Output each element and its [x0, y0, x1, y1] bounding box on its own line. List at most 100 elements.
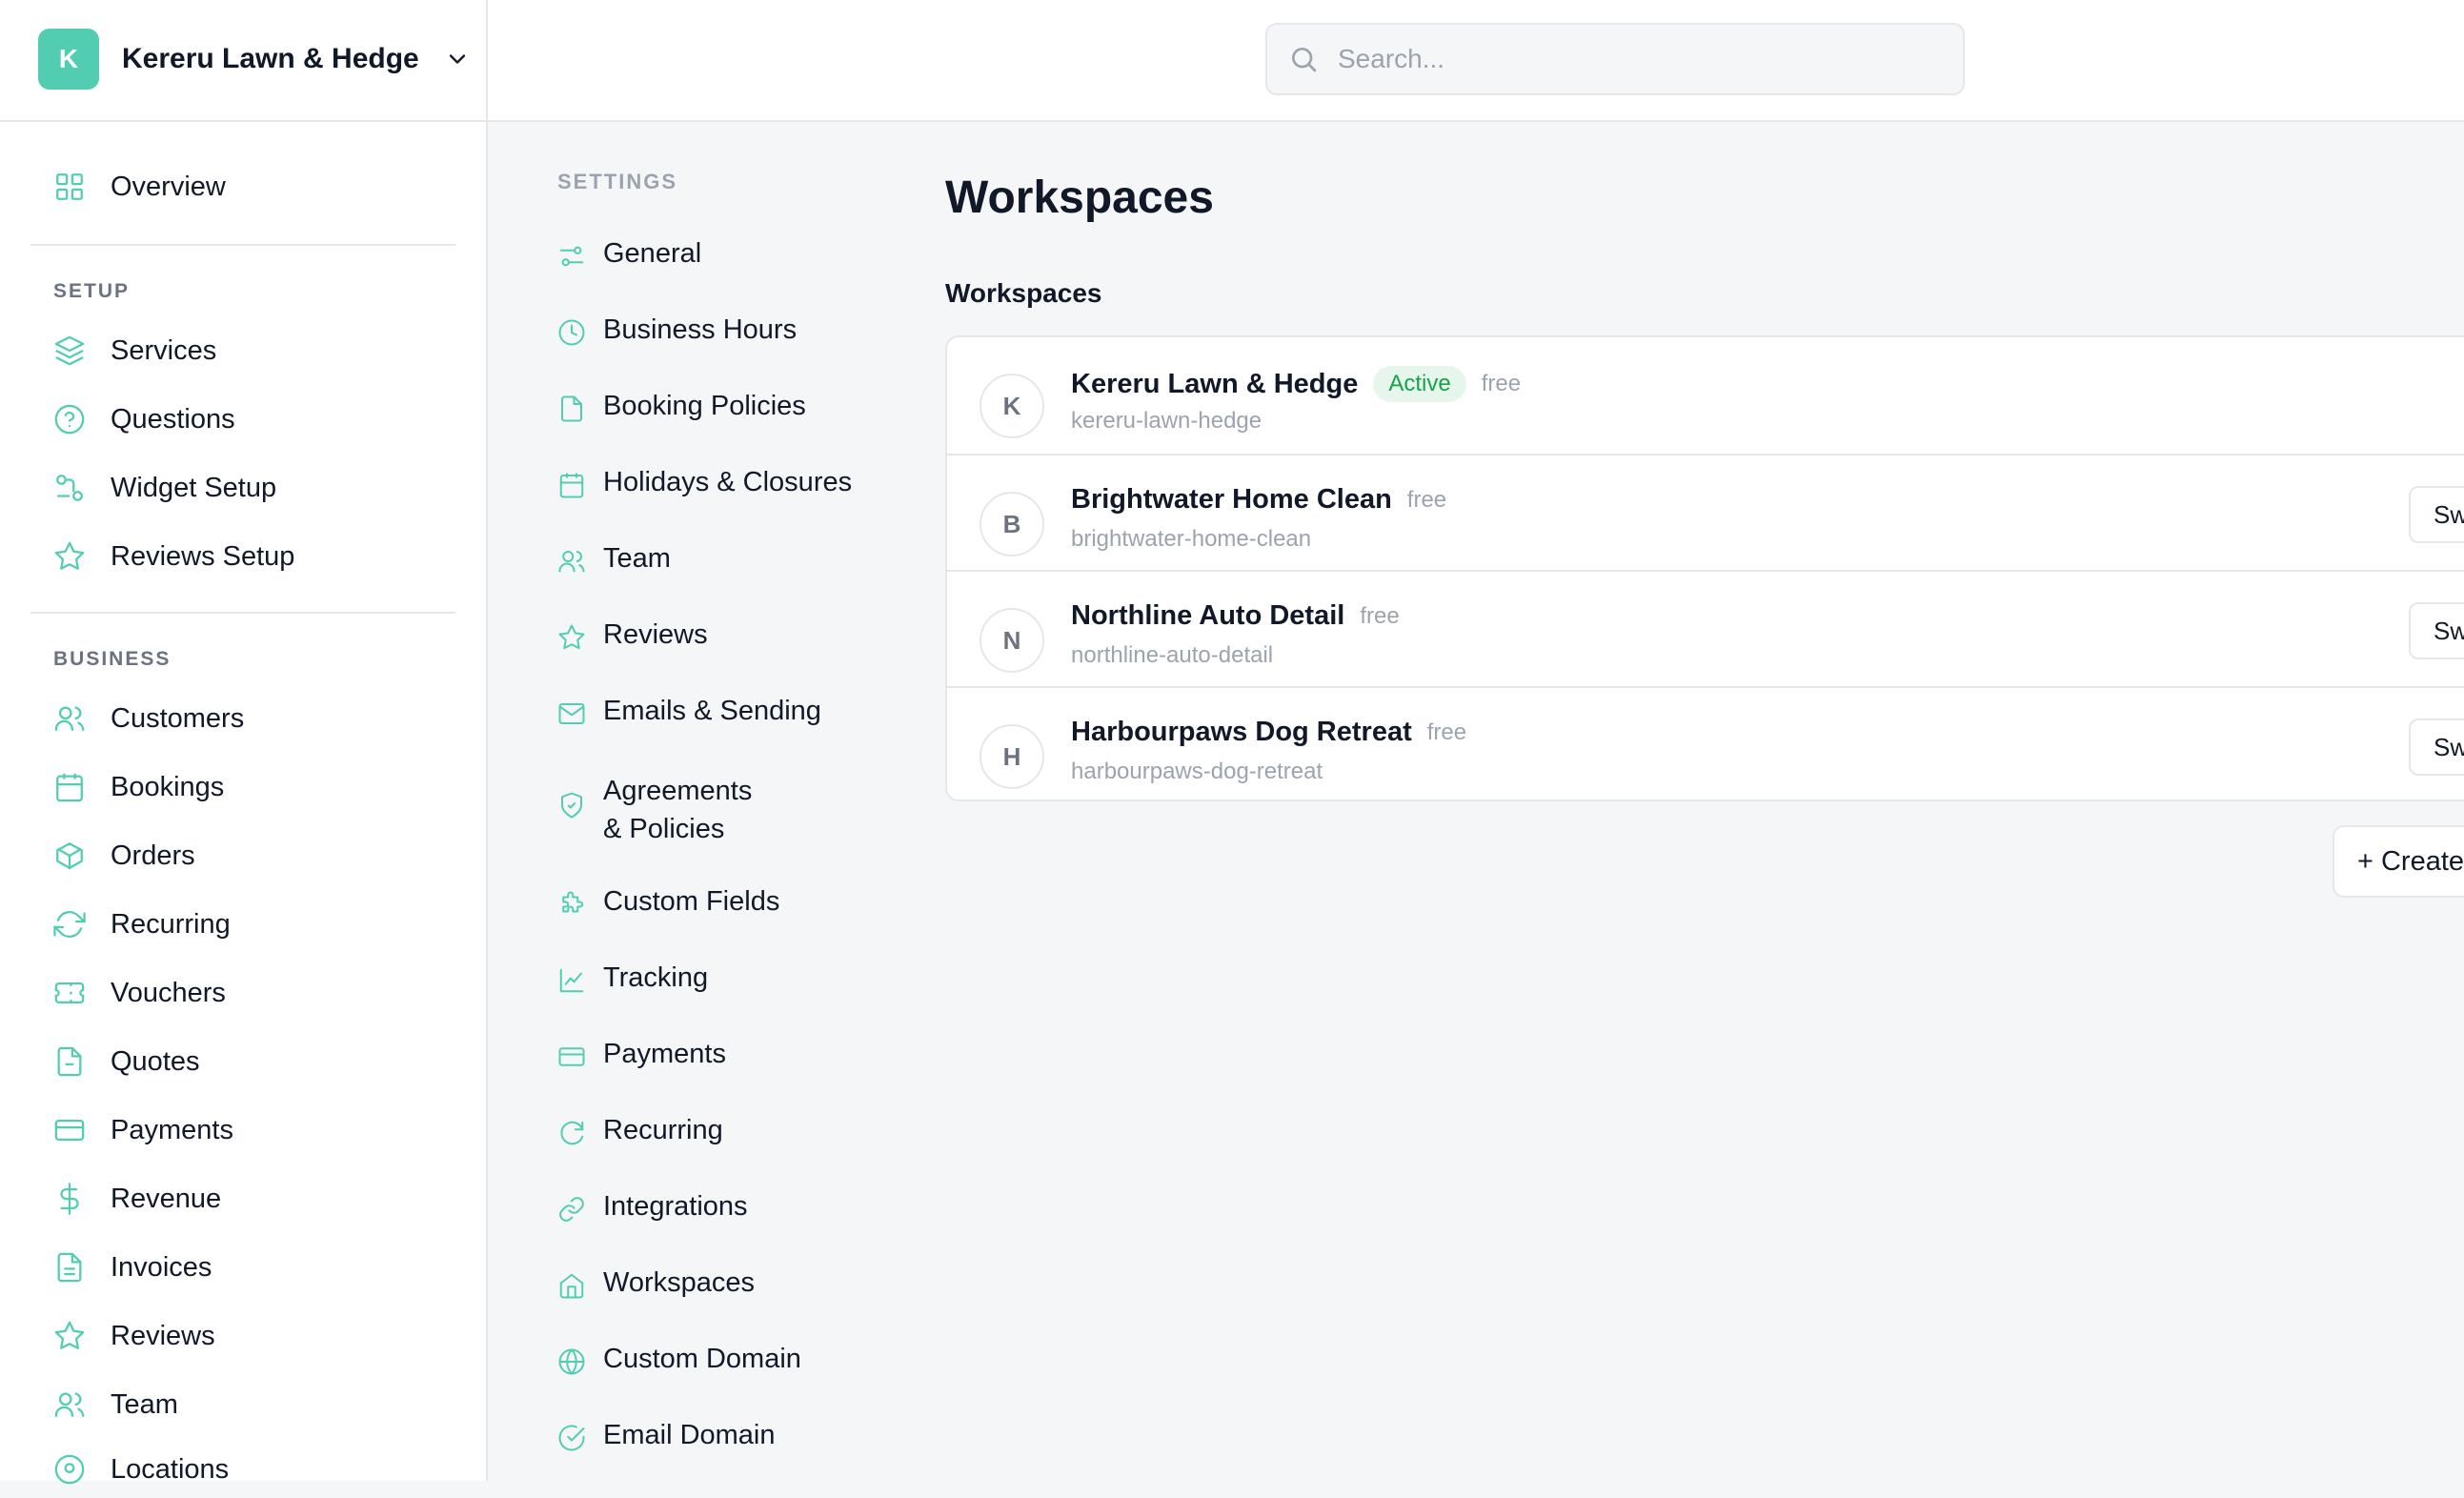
- settings-item-custom-domain[interactable]: Custom Domain: [557, 1344, 801, 1376]
- sidebar-item-label: Widget Setup: [111, 472, 277, 503]
- sidebar-item-label: Recurring: [111, 908, 231, 940]
- sidebar-item-label: Payments: [111, 1114, 233, 1145]
- check-circle-icon: [558, 1425, 585, 1451]
- chevron-down-icon: [449, 54, 465, 64]
- workspace-name: Brightwater Home Clean: [1071, 484, 1392, 515]
- workspace-avatar: N: [980, 608, 1044, 673]
- settings-item-tracking[interactable]: Tracking: [557, 962, 708, 995]
- brand-divider: [0, 120, 486, 122]
- sidebar-item-payments[interactable]: Payments: [53, 1102, 233, 1159]
- sidebar-item-revenue[interactable]: Revenue: [53, 1170, 221, 1227]
- workspace-slug: harbourpaws-dog-retreat: [1071, 759, 1323, 784]
- plan-label: free: [1426, 719, 1467, 745]
- page-title: Workspaces: [945, 172, 1214, 223]
- workspace-name: Kereru Lawn & Hedge: [122, 43, 419, 74]
- sidebar-item-questions[interactable]: Questions: [53, 391, 235, 448]
- settings-item-label: Reviews: [603, 619, 708, 650]
- sidebar-item-recurring[interactable]: Recurring: [53, 896, 231, 953]
- section-label-business: BUSINESS: [53, 648, 172, 670]
- sidebar-item-label: Vouchers: [111, 977, 226, 1008]
- section-divider: [30, 612, 455, 614]
- settings-item-workspaces[interactable]: Workspaces: [557, 1267, 755, 1300]
- clock-icon: [558, 319, 585, 346]
- sidebar: K Kereru Lawn & Hedge Overview SETUP Ser…: [0, 0, 488, 1485]
- sidebar-item-overview[interactable]: Overview: [53, 158, 226, 215]
- search-icon: [1292, 48, 1317, 72]
- settings-item-label: Integrations: [603, 1191, 748, 1222]
- mail-icon: [558, 703, 585, 724]
- users-icon: [558, 551, 585, 573]
- users-icon: [54, 1392, 85, 1417]
- settings-item-booking-policies[interactable]: Booking Policies: [557, 391, 806, 423]
- layers-icon: [54, 335, 85, 366]
- rotate-icon: [560, 1121, 584, 1145]
- workspaces-list: K Kereru Lawn & Hedge Active free kereru…: [945, 335, 2464, 801]
- settings-item-label: Agreements & Policies: [603, 776, 753, 844]
- calendar-icon: [56, 773, 83, 802]
- sidebar-item-bookings[interactable]: Bookings: [53, 759, 224, 816]
- plan-label: free: [1360, 602, 1400, 629]
- settings-item-holidays-closures[interactable]: Holidays & Closures: [557, 467, 852, 499]
- workspace-avatar: B: [980, 492, 1044, 557]
- search-input[interactable]: [1336, 43, 1911, 75]
- workspace-slug: kereru-lawn-hedge: [1071, 408, 1262, 434]
- workspace-row: N Northline Auto Detail free northline-a…: [947, 570, 2464, 688]
- sidebar-item-reviews[interactable]: Reviews: [53, 1307, 215, 1365]
- sidebar-item-vouchers[interactable]: Vouchers: [53, 964, 226, 1022]
- settings-item-reviews[interactable]: Reviews: [557, 619, 708, 652]
- settings-item-label: Custom Fields: [603, 886, 780, 917]
- settings-item-label: Payments: [603, 1039, 726, 1069]
- chart-line-icon: [559, 968, 584, 993]
- settings-item-label: Booking Policies: [603, 391, 806, 421]
- settings-item-business-hours[interactable]: Business Hours: [557, 314, 797, 347]
- sidebar-item-customers[interactable]: Customers: [53, 690, 244, 747]
- settings-item-email-domain[interactable]: Email Domain: [557, 1420, 776, 1452]
- sidebar-item-widget-setup[interactable]: Widget Setup: [53, 459, 276, 516]
- sidebar-item-label: Bookings: [111, 771, 225, 802]
- sliders-icon: [559, 246, 584, 267]
- puzzle-icon: [562, 891, 584, 913]
- sidebar-item-reviews-setup[interactable]: Reviews Setup: [53, 528, 294, 585]
- settings-item-emails-sending[interactable]: Emails & Sending: [557, 696, 821, 728]
- settings-item-payments[interactable]: Payments: [557, 1039, 726, 1071]
- workspace-switcher[interactable]: K Kereru Lawn & Hedge: [38, 29, 471, 90]
- settings-item-general[interactable]: General: [557, 238, 701, 271]
- sidebar-item-invoices[interactable]: Invoices: [53, 1239, 212, 1296]
- ticket-icon: [54, 982, 85, 1004]
- sidebar-item-label: Reviews Setup: [111, 540, 295, 572]
- switch-workspace-button[interactable]: Sw: [2409, 486, 2464, 543]
- switch-workspace-button[interactable]: Sw: [2409, 602, 2464, 659]
- sidebar-item-quotes[interactable]: Quotes: [53, 1033, 200, 1090]
- sidebar-item-label: Orders: [111, 840, 195, 871]
- settings-item-label: Tracking: [603, 962, 709, 993]
- workspace-name: Harbourpaws Dog Retreat: [1071, 717, 1412, 747]
- widget-icon: [56, 475, 83, 501]
- workspace-row: H Harbourpaws Dog Retreat free harbourpa…: [947, 686, 2464, 804]
- file-icon: [57, 1046, 82, 1077]
- settings-item-label: Custom Domain: [603, 1344, 801, 1374]
- workspace-slug: northline-auto-detail: [1071, 642, 1274, 668]
- users-icon: [54, 706, 85, 731]
- sidebar-item-label: Customers: [111, 702, 245, 734]
- workspace-row: B Brightwater Home Clean free brightwate…: [947, 454, 2464, 572]
- refresh-icon: [53, 911, 86, 938]
- settings-label: SETTINGS: [557, 170, 678, 193]
- settings-item-custom-fields[interactable]: Custom Fields: [557, 886, 779, 919]
- settings-item-team[interactable]: Team: [557, 543, 671, 576]
- settings-item-label: General: [603, 238, 702, 269]
- star-icon: [558, 624, 585, 650]
- settings-item-integrations[interactable]: Integrations: [557, 1191, 748, 1224]
- status-badge: Active: [1373, 366, 1466, 402]
- create-workspace-button[interactable]: + Create: [2333, 825, 2464, 898]
- section-divider: [30, 244, 455, 246]
- switch-workspace-button[interactable]: Sw: [2409, 719, 2464, 776]
- search-box[interactable]: [1265, 23, 1965, 95]
- settings-item-recurring[interactable]: Recurring: [557, 1115, 723, 1147]
- sidebar-item-orders[interactable]: Orders: [53, 827, 195, 884]
- sidebar-item-team[interactable]: Team: [53, 1376, 178, 1433]
- sidebar-item-label: Invoices: [111, 1251, 212, 1283]
- sidebar-item-label: Questions: [111, 403, 235, 435]
- sidebar-item-services[interactable]: Services: [53, 322, 216, 379]
- settings-item-agreements-policies[interactable]: Agreements & Policies: [557, 772, 777, 848]
- sidebar-item-locations[interactable]: Locations: [53, 1441, 229, 1498]
